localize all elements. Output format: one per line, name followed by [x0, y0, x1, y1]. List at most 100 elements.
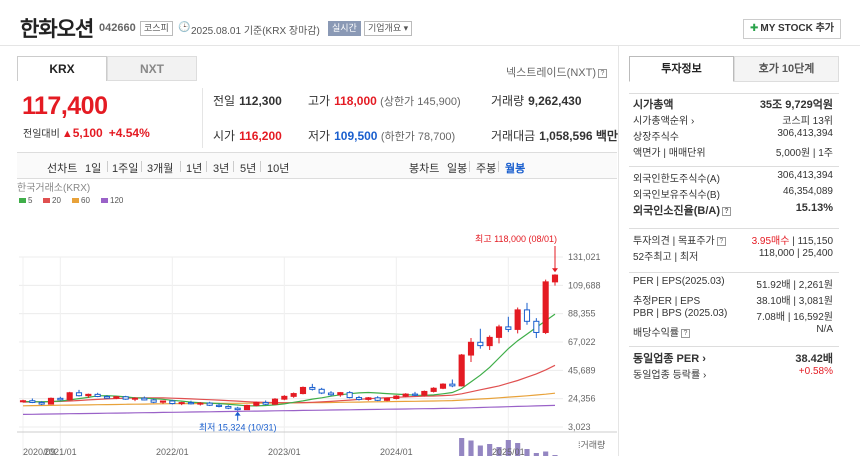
info-row: PBR | BPS (2025.03) 7.08배 | 16,592원: [633, 308, 833, 323]
volume-label: ⁞거래량: [578, 439, 605, 450]
market-tabs: KRX NXT: [17, 56, 197, 81]
candle-body: [75, 392, 83, 397]
candle-body: [309, 386, 316, 390]
period-3m[interactable]: 3개월: [147, 160, 173, 176]
info-row: PER | EPS(2025.03) 51.92배 | 2,261원: [633, 276, 833, 291]
y-tick-label: 88,355: [568, 309, 596, 319]
period-10y[interactable]: 10년: [267, 160, 289, 176]
info-row[interactable]: 동일업종 PER › 38.42배: [633, 350, 833, 365]
clock-icon: 🕒: [178, 22, 191, 33]
candle-body: [505, 326, 512, 330]
help-icon[interactable]: ?: [722, 206, 731, 216]
change-value: 5,100: [72, 126, 103, 140]
open-price: 시가 116,200: [213, 129, 282, 143]
candle-body: [215, 404, 223, 407]
help-icon[interactable]: ?: [681, 328, 690, 338]
candle-body: [178, 402, 185, 405]
candle-body: [131, 397, 139, 400]
help-icon[interactable]: ?: [716, 236, 726, 246]
candle-body: [523, 309, 531, 322]
my-stock-label: MY STOCK 추가: [760, 23, 834, 34]
candle-body: [458, 354, 465, 387]
candle-body: [94, 393, 101, 397]
legend-label-ma5: 5: [28, 196, 33, 205]
candle-body: [318, 388, 325, 394]
ma5-line: [22, 313, 556, 407]
candle-body: [243, 404, 251, 411]
tab-order-book[interactable]: 호가 10단계: [734, 56, 839, 82]
info-key: 52주최고 | 최저: [633, 252, 699, 263]
candle-body: [477, 341, 484, 347]
nxt-link[interactable]: 넥스트레이드(NXT)?: [506, 64, 607, 80]
info-value: 306,413,394: [777, 170, 833, 181]
candle-body: [141, 397, 148, 401]
info-row: 외국인보유주식수(B) 46,354,089: [633, 186, 833, 201]
divider: [202, 88, 203, 148]
info-value: 118,000 | 25,400: [758, 248, 833, 259]
info-key: 상장주식수: [633, 132, 679, 143]
candle-body: [187, 402, 195, 405]
legend-swatch-ma5: [19, 198, 26, 203]
info-row: 투자의견 | 목표주가? 3.95매수 | 115,150: [633, 232, 833, 247]
candle-chart-label: 봉차트: [409, 163, 440, 175]
candle-body: [113, 396, 120, 399]
info-value: 38.42배: [795, 353, 833, 365]
info-row[interactable]: 시가총액순위 › 코스피 13위: [633, 112, 833, 127]
period-1d[interactable]: 1일: [85, 160, 101, 176]
candle-body: [393, 395, 400, 399]
change-label: 전일대비: [23, 129, 60, 140]
min-arrow-head: [234, 411, 241, 416]
candle-weekly[interactable]: 주봉: [476, 160, 496, 176]
tab-invest-info[interactable]: 투자정보: [629, 56, 734, 82]
candle-body: [411, 393, 419, 396]
tab-nxt[interactable]: NXT: [107, 56, 197, 81]
legend-swatch-ma20: [43, 198, 50, 203]
info-key: PER | EPS(2025.03): [633, 276, 725, 287]
info-key: 시가총액: [633, 99, 674, 111]
volume-bar: [543, 451, 549, 456]
period-1y[interactable]: 1년: [186, 160, 202, 176]
company-info-dropdown[interactable]: 기업개요 ▾: [364, 21, 413, 36]
candle-body: [85, 393, 92, 397]
price-chart[interactable]: 한국거래소(KRX) 5 20 60 120 최고 118,000 (08/01) 최저…: [17, 180, 617, 456]
x-tick-label: 2024/01: [380, 447, 413, 456]
candle-body: [327, 392, 335, 396]
info-value: 51.92배 | 2,261원: [756, 280, 833, 291]
info-value: 306,413,394: [777, 128, 833, 139]
candle-body: [262, 401, 269, 405]
opinion-value: 3.95매수: [751, 236, 793, 247]
section-divider: [629, 228, 839, 229]
quote-panel: KRX NXT 넥스트레이드(NXT)? 117,400 전일대비 ▲5,100 +…: [17, 46, 618, 456]
candle-body: [122, 396, 129, 400]
realtime-badge[interactable]: 실시간: [328, 21, 361, 36]
info-key: 외국인보유주식수(B): [633, 190, 720, 201]
info-key: 외국인소진율(B/A)?: [633, 202, 731, 218]
candle-body: [355, 397, 363, 400]
candle-body: [57, 397, 64, 401]
info-key: PBR | BPS (2025.03): [633, 308, 728, 319]
investment-info-panel: 투자정보 호가 10단계 시가총액 35조 9,729억원 시가총액순위 › 코스피 …: [618, 46, 860, 456]
info-row: 외국인소진율(B/A)? 15.13%: [633, 202, 833, 218]
candle-body: [467, 341, 475, 356]
tab-krx[interactable]: KRX: [17, 56, 107, 81]
legend-label-ma120: 120: [110, 196, 124, 205]
candle-body: [495, 326, 503, 338]
candle-body: [542, 281, 549, 333]
info-row[interactable]: 동일업종 등락률 › +0.58%: [633, 366, 833, 381]
trade-amount: 거래대금 1,058,596 백만: [491, 129, 618, 143]
info-key: 액면가 | 매매단위: [633, 148, 706, 159]
stock-name: 한화오션: [20, 18, 94, 41]
candle-monthly[interactable]: 월봉: [505, 160, 525, 176]
my-stock-add-button[interactable]: ✚ MY STOCK 추가: [743, 19, 841, 39]
candle-body: [299, 386, 307, 395]
candle-body: [225, 405, 232, 409]
y-tick-label: 45,689: [568, 365, 596, 375]
candle-daily[interactable]: 일봉: [447, 160, 467, 176]
candle-body: [38, 401, 45, 405]
low-price: 저가 109,500 (하한가 78,700): [308, 129, 456, 143]
info-key: 동일업종 등락률 ›: [633, 370, 707, 381]
period-3y[interactable]: 3년: [213, 160, 229, 176]
period-1w[interactable]: 1주일: [112, 160, 138, 176]
period-5y[interactable]: 5년: [240, 160, 256, 176]
market-badge: 코스피: [140, 21, 173, 36]
